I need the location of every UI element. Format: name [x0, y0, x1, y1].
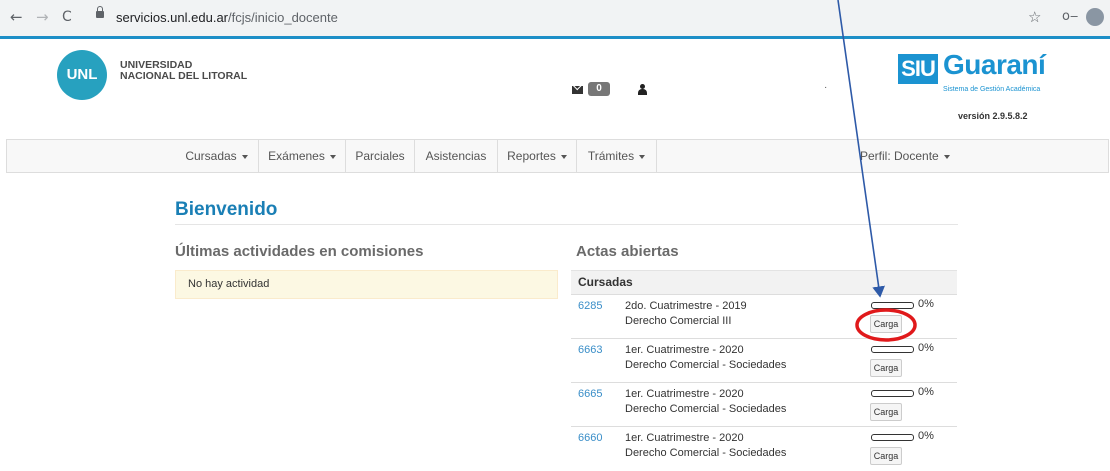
annotation-arrow: [837, 0, 885, 298]
annotation-overlay: [837, 0, 917, 342]
annotation-highlight-circle: [855, 308, 917, 342]
